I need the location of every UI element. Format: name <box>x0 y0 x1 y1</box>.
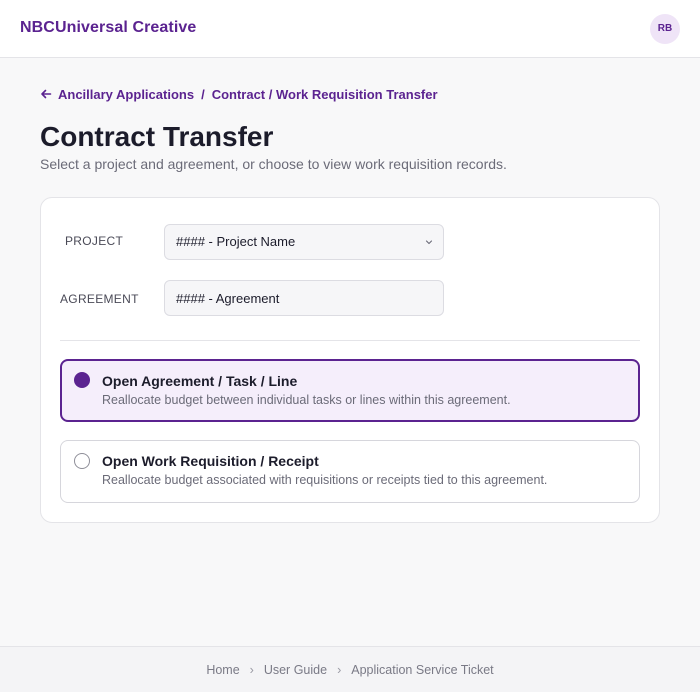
page-subtitle: Select a project and agreement, or choos… <box>40 156 507 172</box>
radio-unselected-icon[interactable] <box>74 453 90 469</box>
option-title: Open Work Requisition / Receipt <box>102 453 319 469</box>
top-bar: NBCUniversal Creative RB <box>0 0 700 58</box>
breadcrumb: Ancillary Applications / Contract / Work… <box>40 86 438 102</box>
footer-separator: › <box>337 662 342 677</box>
footer-link-service-ticket[interactable]: Application Service Ticket <box>351 663 493 677</box>
option-description: Reallocate budget associated with requis… <box>102 473 548 487</box>
footer-link-home[interactable]: Home <box>206 663 239 677</box>
page-title: Contract Transfer <box>40 121 274 152</box>
divider <box>60 340 640 341</box>
transfer-form-card: PROJECT #### - Project Name AGREEMENT Op… <box>40 197 660 523</box>
project-select-value: #### - Project Name <box>176 234 296 249</box>
footer: Home › User Guide › Application Service … <box>0 646 700 692</box>
option-open-work-requisition[interactable]: Open Work Requisition / Receipt Realloca… <box>60 440 640 503</box>
brand-logo[interactable]: NBCUniversal Creative <box>20 19 196 37</box>
breadcrumb-current: Contract / Work Requisition Transfer <box>211 86 438 102</box>
breadcrumb-parent-link[interactable]: Ancillary Applications <box>58 87 194 102</box>
option-open-agreement[interactable]: Open Agreement / Task / Line Reallocate … <box>60 359 640 422</box>
breadcrumb-separator: / <box>201 86 205 102</box>
project-select[interactable]: #### - Project Name <box>164 224 444 260</box>
option-title: Open Agreement / Task / Line <box>102 373 298 389</box>
agreement-field[interactable] <box>164 280 444 316</box>
footer-separator: › <box>249 662 254 677</box>
agreement-label: AGREEMENT <box>60 292 139 306</box>
arrow-left-icon[interactable] <box>40 88 52 100</box>
option-description: Reallocate budget between individual tas… <box>102 393 511 407</box>
user-avatar[interactable]: RB <box>650 14 680 44</box>
chevron-down-icon <box>425 240 433 245</box>
footer-link-user-guide[interactable]: User Guide <box>264 663 327 677</box>
project-label: PROJECT <box>65 234 124 248</box>
radio-selected-icon[interactable] <box>74 372 90 388</box>
